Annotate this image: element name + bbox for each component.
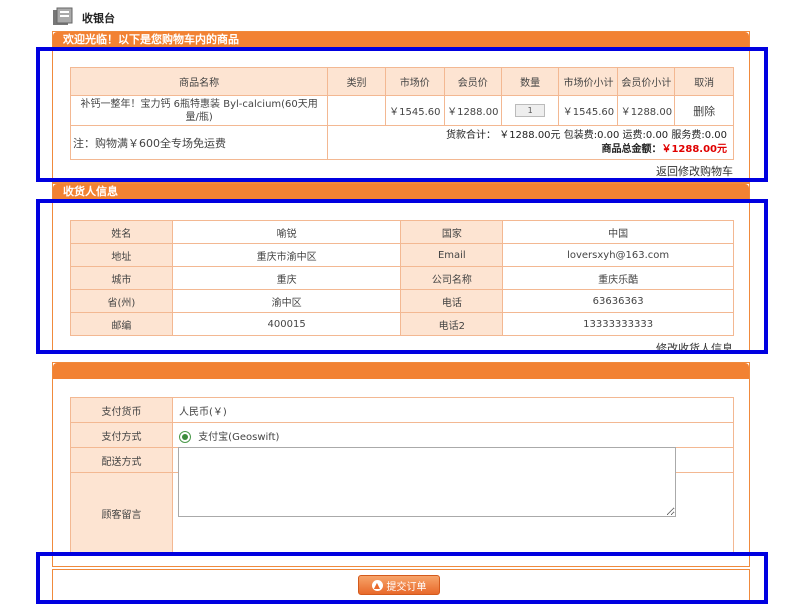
- summary-line: 货款合计： ￥1288.00元 包装费:0.00 运费:0.00 服务费:0.0…: [446, 129, 727, 141]
- product-member-subtotal: ￥1288.00: [617, 95, 676, 126]
- col-market-subtotal: 市场价小计: [558, 67, 619, 96]
- alipay-radio[interactable]: [179, 430, 191, 443]
- cart-section: 欢迎光临！以下是您购物车内的商品 商品名称 类别 市场价 会员价 数量 市场价小…: [52, 31, 750, 183]
- phone2-value: 13333333333: [502, 312, 734, 336]
- page-title: 收银台: [82, 12, 115, 25]
- country-value: 中国: [502, 220, 734, 244]
- country-label: 国家: [400, 220, 504, 244]
- phone2-label: 电话2: [400, 312, 504, 336]
- email-label: Email: [400, 243, 504, 267]
- payment-header: [53, 363, 749, 379]
- consignee-table: 姓名 喻锐 国家 中国 地址 重庆市渝中区 Email loversxyh@16…: [70, 220, 734, 336]
- phone-label: 电话: [400, 289, 504, 313]
- total-value: ￥1288.00: [661, 143, 717, 155]
- col-member-price: 会员价: [443, 67, 502, 96]
- name-value: 喻锐: [171, 220, 402, 244]
- col-category: 类别: [327, 67, 386, 96]
- promo-note: 注：购物满￥600全专场免运费: [69, 125, 329, 160]
- quantity-input[interactable]: 1: [515, 104, 546, 117]
- province-value: 渝中区: [171, 289, 402, 313]
- col-market-price: 市场价: [384, 67, 445, 96]
- payment-method-label: 支付方式: [70, 422, 173, 448]
- product-category: [327, 95, 386, 126]
- submit-order-button[interactable]: ▲ 提交订单: [358, 575, 440, 595]
- product-market-price: ￥1545.60: [384, 95, 445, 126]
- col-product-name: 商品名称: [69, 67, 329, 96]
- province-label: 省(州): [70, 289, 173, 313]
- total-label: 商品总金额：: [601, 143, 662, 155]
- col-quantity: 数量: [500, 67, 560, 96]
- product-market-subtotal: ￥1545.60: [558, 95, 619, 126]
- message-label: 顾客留言: [70, 472, 173, 555]
- edit-consignee-link[interactable]: 修改收货人信息: [656, 340, 733, 356]
- product-name[interactable]: 补钙一整年！宝力钙 6瓶特惠装 Byl-calcium(60天用量/瓶): [69, 95, 329, 126]
- table-row: 补钙一整年！宝力钙 6瓶特惠装 Byl-calcium(60天用量/瓶) ￥15…: [69, 95, 734, 126]
- email-value: loversxyh@163.com: [502, 243, 734, 267]
- message-textarea[interactable]: [178, 447, 676, 517]
- city-label: 城市: [70, 266, 173, 290]
- payment-section: 支付货币 人民币(￥) 支付方式 支付宝(Geoswift) 配送方式 邮递 顾…: [52, 362, 750, 567]
- name-label: 姓名: [70, 220, 173, 244]
- payment-method-value: 支付宝(Geoswift): [198, 431, 280, 443]
- company-label: 公司名称: [400, 266, 504, 290]
- submit-order-label: 提交订单: [386, 581, 427, 593]
- city-value: 重庆: [171, 266, 402, 290]
- total-unit: 元: [717, 143, 727, 155]
- back-to-cart-link[interactable]: 返回修改购物车: [656, 163, 733, 179]
- zipcode-label: 邮编: [70, 312, 173, 336]
- col-cancel: 取消: [674, 67, 734, 96]
- product-member-price: ￥1288.00: [443, 95, 502, 126]
- upload-arrow-icon: ▲: [371, 579, 383, 591]
- company-value: 重庆乐酷: [502, 266, 734, 290]
- consignee-header: 收货人信息: [53, 184, 749, 200]
- consignee-section: 收货人信息 姓名 喻锐 国家 中国 地址 重庆市渝中区 Email lovers…: [52, 183, 750, 356]
- cashier-icon: [53, 7, 73, 25]
- currency-value: 人民币(￥): [172, 397, 734, 423]
- col-member-subtotal: 会员价小计: [617, 67, 676, 96]
- currency-label: 支付货币: [70, 397, 173, 423]
- address-value: 重庆市渝中区: [171, 243, 402, 267]
- cart-table: 商品名称 类别 市场价 会员价 数量 市场价小计 会员价小计 取消 补钙一整年！…: [69, 67, 734, 160]
- shipping-label: 配送方式: [70, 447, 173, 473]
- cart-header: 欢迎光临！以下是您购物车内的商品: [53, 32, 749, 48]
- zipcode-value: 400015: [171, 312, 402, 336]
- delete-link[interactable]: 删除: [674, 95, 734, 126]
- phone-value: 63636363: [502, 289, 734, 313]
- address-label: 地址: [70, 243, 173, 267]
